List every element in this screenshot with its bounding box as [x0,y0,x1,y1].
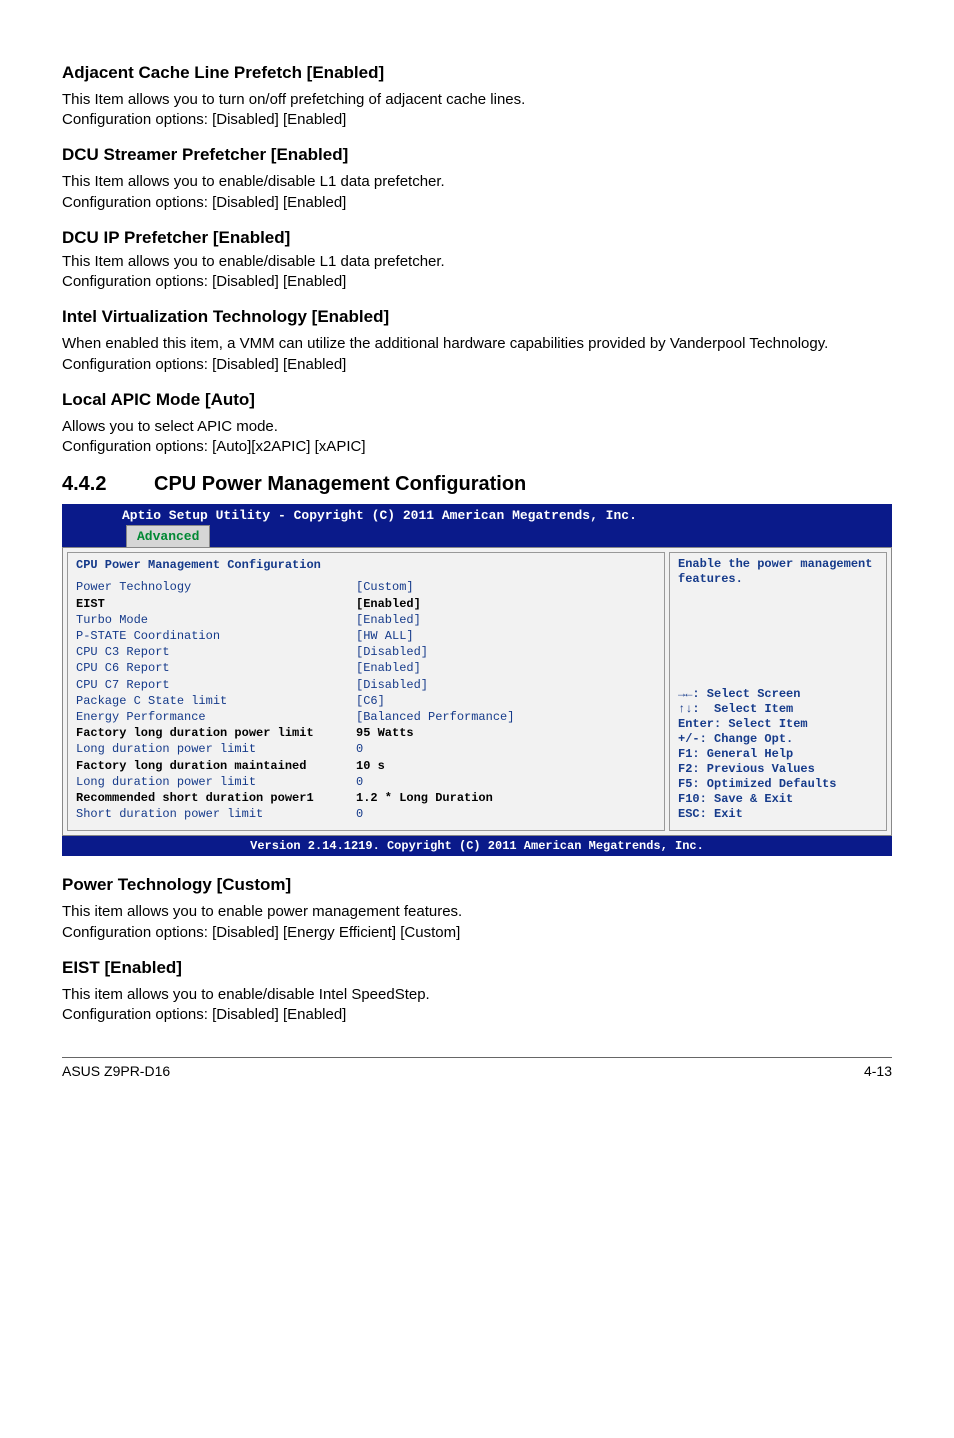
bios-setting-value: 0 [356,741,363,757]
bios-setting-value: [Enabled] [356,612,421,628]
bios-setting-key: CPU C3 Report [76,644,356,660]
bios-tab-row: Advanced [62,525,892,548]
heading-eist: EIST [Enabled] [62,957,892,980]
bios-setting-value: 0 [356,806,363,822]
bios-setting-row: P-STATE Coordination[HW ALL] [76,628,656,644]
bios-setting-row: Factory long duration power limit95 Watt… [76,725,656,741]
bios-setting-row: Package C State limit[C6] [76,693,656,709]
bios-setting-value: [Disabled] [356,677,428,693]
desc-power-technology: This item allows you to enable power man… [62,902,892,943]
bios-header-text: Aptio Setup Utility - Copyright (C) 2011… [70,508,637,523]
section-title: CPU Power Management Configuration [154,471,526,498]
bios-setting-row: Power Technology[Custom] [76,579,656,595]
heading-adjacent-cache: Adjacent Cache Line Prefetch [Enabled] [62,62,892,85]
bios-setting-value: 95 Watts [356,725,414,741]
bios-panel-title: CPU Power Management Configuration [76,557,656,573]
bios-setting-key: EIST [76,596,356,612]
bios-setting-key: Package C State limit [76,693,356,709]
heading-dcu-ip: DCU IP Prefetcher [Enabled] [62,227,892,250]
desc-dcu-ip: This Item allows you to enable/disable L… [62,252,892,293]
bios-setting-key: Factory long duration maintained [76,758,356,774]
desc-adjacent-cache: This Item allows you to turn on/off pref… [62,90,892,131]
bios-screenshot: Aptio Setup Utility - Copyright (C) 2011… [62,504,892,856]
section-number: 4.4.2 [62,471,154,498]
bios-setting-row: Recommended short duration power11.2 * L… [76,790,656,806]
desc-local-apic: Allows you to select APIC mode. Configur… [62,417,892,458]
desc-dcu-streamer: This Item allows you to enable/disable L… [62,172,892,213]
heading-local-apic: Local APIC Mode [Auto] [62,389,892,412]
bios-setting-value: [C6] [356,693,385,709]
heading-intel-vt: Intel Virtualization Technology [Enabled… [62,306,892,329]
bios-setting-value: [Balanced Performance] [356,709,514,725]
bios-setting-key: Factory long duration power limit [76,725,356,741]
bios-setting-row: Short duration power limit0 [76,806,656,822]
bios-setting-key: P-STATE Coordination [76,628,356,644]
footer-product: ASUS Z9PR-D16 [62,1062,170,1081]
bios-setting-row: EIST[Enabled] [76,596,656,612]
bios-setting-key: Short duration power limit [76,806,356,822]
bios-setting-row: CPU C7 Report[Disabled] [76,677,656,693]
bios-setting-key: Power Technology [76,579,356,595]
bios-right-panel: Enable the power management features. →←… [669,552,887,831]
desc-intel-vt: When enabled this item, a VMM can utiliz… [62,334,892,375]
section-heading-row: 4.4.2 CPU Power Management Configuration [62,471,892,498]
bios-body: CPU Power Management Configuration Power… [62,547,892,836]
bios-footer-bar: Version 2.14.1219. Copyright (C) 2011 Am… [62,836,892,856]
bios-setting-value: [Enabled] [356,660,421,676]
bios-setting-value: 10 s [356,758,385,774]
bios-left-panel: CPU Power Management Configuration Power… [67,552,665,831]
bios-setting-row: CPU C6 Report[Enabled] [76,660,656,676]
bios-setting-row: CPU C3 Report[Disabled] [76,644,656,660]
footer-page-number: 4-13 [864,1062,892,1081]
bios-setting-key: Energy Performance [76,709,356,725]
bios-setting-key: CPU C6 Report [76,660,356,676]
bios-setting-key: Long duration power limit [76,774,356,790]
bios-header-bar: Aptio Setup Utility - Copyright (C) 2011… [62,504,892,525]
bios-setting-key: CPU C7 Report [76,677,356,693]
bios-setting-value: [HW ALL] [356,628,414,644]
bios-setting-row: Factory long duration maintained10 s [76,758,656,774]
bios-setting-key: Recommended short duration power1 [76,790,356,806]
bios-setting-value: [Disabled] [356,644,428,660]
bios-setting-value: [Enabled] [356,596,421,612]
bios-setting-row: Energy Performance[Balanced Performance] [76,709,656,725]
bios-setting-value: [Custom] [356,579,414,595]
bios-setting-row: Turbo Mode[Enabled] [76,612,656,628]
bios-help-keys: →←: Select Screen ↑↓: Select Item Enter:… [678,687,878,822]
desc-eist: This item allows you to enable/disable I… [62,985,892,1026]
bios-setting-value: 0 [356,774,363,790]
bios-setting-key: Turbo Mode [76,612,356,628]
bios-setting-row: Long duration power limit0 [76,774,656,790]
heading-power-technology: Power Technology [Custom] [62,874,892,897]
bios-setting-key: Long duration power limit [76,741,356,757]
bios-help-description: Enable the power management features. [678,557,878,587]
heading-dcu-streamer: DCU Streamer Prefetcher [Enabled] [62,144,892,167]
bios-tab-advanced: Advanced [126,525,210,548]
bios-setting-row: Long duration power limit0 [76,741,656,757]
bios-setting-value: 1.2 * Long Duration [356,790,493,806]
